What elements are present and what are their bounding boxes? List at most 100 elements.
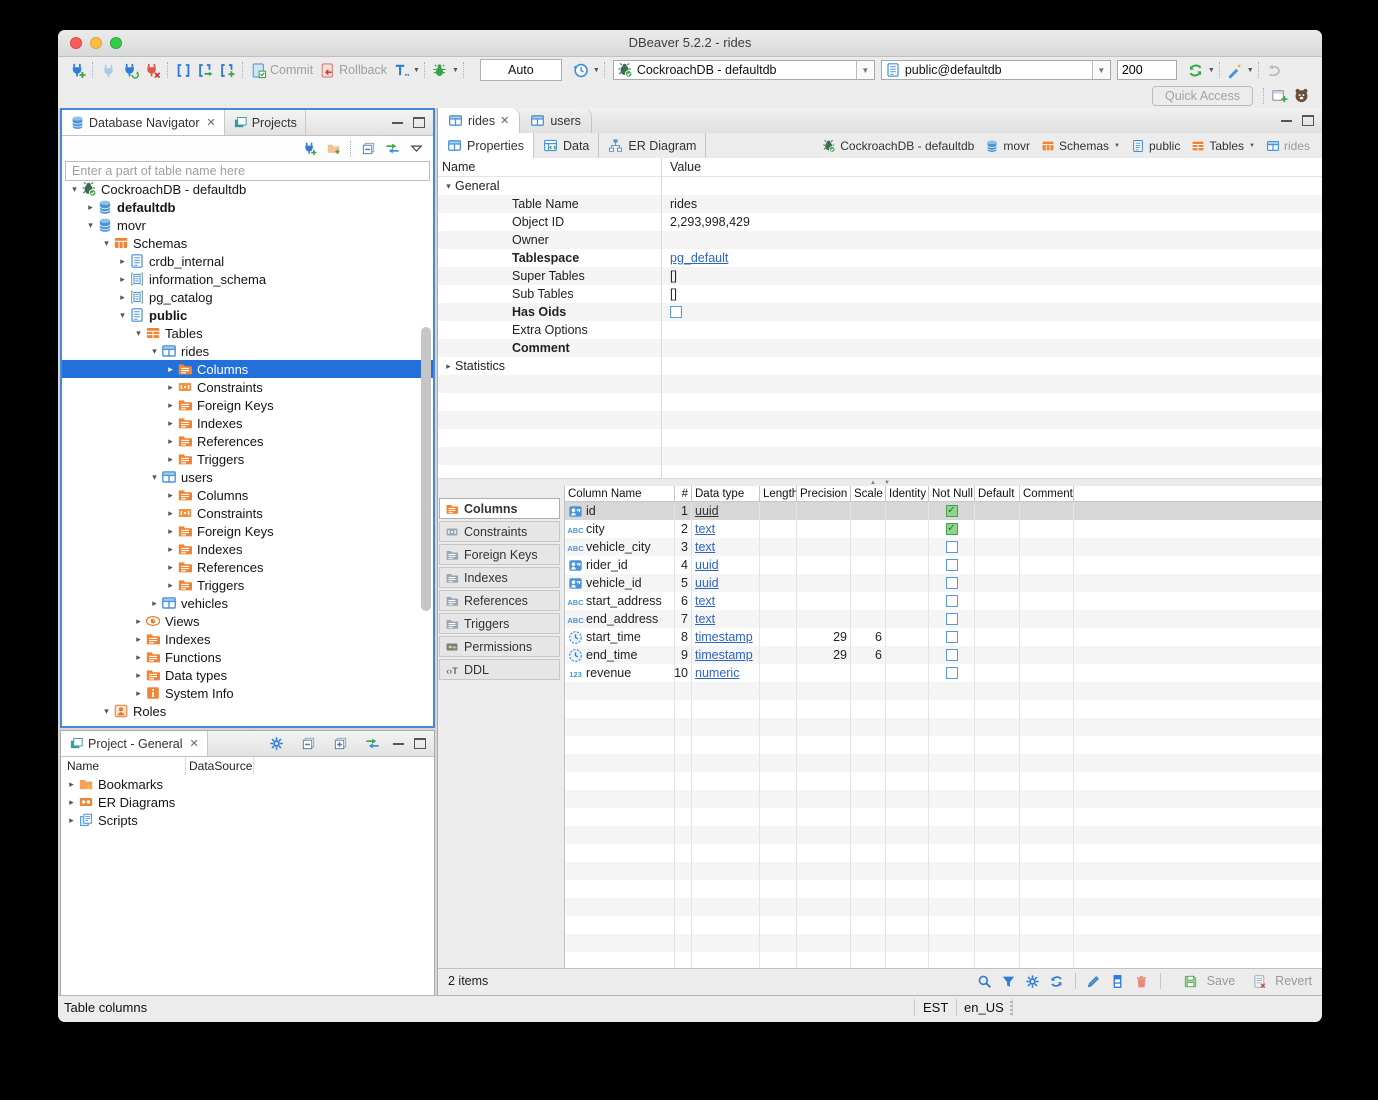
breadcrumb-item-public[interactable]: public (1131, 139, 1180, 153)
prop-row-statistics[interactable]: ▸Statistics (438, 357, 1322, 375)
tree-item-references[interactable]: ▸References (62, 558, 433, 576)
tab-projects[interactable]: Projects (225, 110, 306, 135)
chevron-down-icon[interactable]: ▼ (1092, 61, 1110, 79)
not-null-checkbox[interactable] (946, 541, 958, 553)
filter-icon[interactable] (997, 974, 1021, 989)
quick-access-button[interactable]: Quick Access (1152, 86, 1253, 106)
link-with-editor-icon[interactable] (361, 734, 383, 754)
tree-item-triggers[interactable]: ▸Triggers (62, 576, 433, 594)
column-header-length[interactable]: Length (760, 486, 797, 501)
expand-arrow-icon[interactable]: ▸ (164, 580, 177, 591)
gear-icon[interactable] (265, 734, 287, 754)
expand-arrow-icon[interactable]: ▸ (164, 562, 177, 573)
new-sql-editor-icon[interactable] (216, 60, 238, 80)
prop-row-extra-options[interactable]: Extra Options (438, 321, 1322, 339)
view-menu-icon[interactable] (405, 139, 427, 159)
side-tab-references[interactable]: References (439, 590, 560, 611)
tab-er-diagram[interactable]: ER Diagram (599, 133, 706, 158)
commit-mode-button[interactable]: Auto (480, 59, 562, 81)
grid-row-start-address[interactable]: ABCstart_address6text (565, 592, 1322, 610)
prop-row-table-name[interactable]: Table Namerides (438, 195, 1322, 213)
grid-row-vehicle-city[interactable]: ABCvehicle_city3text (565, 538, 1322, 556)
close-icon[interactable]: ✕ (206, 116, 215, 129)
collapse-arrow-icon[interactable]: ▾ (442, 181, 455, 192)
breadcrumb-item-cockroachdb-defaultdb[interactable]: CockroachDB - defaultdb (822, 139, 974, 153)
schema-combo[interactable]: public@defaultdb ▼ (881, 60, 1111, 80)
search-icon[interactable] (973, 974, 997, 989)
disconnect-icon[interactable] (141, 60, 163, 80)
side-tab-triggers[interactable]: Triggers (439, 613, 560, 634)
collapse-arrow-icon[interactable]: ▾ (100, 238, 113, 249)
timezone-indicator[interactable]: EST (914, 999, 957, 1016)
save-button[interactable]: Save (1179, 974, 1236, 989)
tree-item-defaultdb[interactable]: ▸defaultdb (62, 198, 433, 216)
expand-arrow-icon[interactable]: ▸ (148, 598, 161, 609)
side-tab-permissions[interactable]: Permissions (439, 636, 560, 657)
side-tab-columns[interactable]: Columns (439, 498, 560, 519)
tree-item-views[interactable]: ▸Views (62, 612, 433, 630)
collapse-arrow-icon[interactable]: ▾ (100, 706, 113, 717)
transaction-history-icon[interactable] (570, 60, 592, 80)
chevron-down-icon[interactable]: ▼ (452, 67, 459, 74)
open-sql-editor-icon[interactable] (194, 60, 216, 80)
tree-item-public[interactable]: ▾public (62, 306, 433, 324)
grid-row-vehicle-id[interactable]: vehicle_id5uuid (565, 574, 1322, 592)
open-perspective-icon[interactable] (1268, 86, 1290, 106)
tab-project-general[interactable]: Project - General ✕ (61, 731, 208, 756)
tree-item-indexes[interactable]: ▸Indexes (62, 630, 433, 648)
prop-row-sub-tables[interactable]: Sub Tables[] (438, 285, 1322, 303)
prop-row-tablespace[interactable]: Tablespacepg_default (438, 249, 1322, 267)
expand-arrow-icon[interactable]: ▸ (116, 274, 129, 285)
tree-item-foreign-keys[interactable]: ▸Foreign Keys (62, 396, 433, 414)
data-type-link[interactable]: text (695, 594, 715, 608)
link-with-editor-icon[interactable] (381, 139, 403, 159)
project-item-scripts[interactable]: ▸Scripts (61, 811, 434, 829)
revert-button[interactable]: Revert (1247, 974, 1312, 989)
expand-arrow-icon[interactable]: ▸ (164, 490, 177, 501)
not-null-checkbox[interactable] (946, 595, 958, 607)
minimize-panel-icon[interactable] (1281, 120, 1292, 122)
data-type-link[interactable]: numeric (695, 666, 739, 680)
minimize-panel-icon[interactable] (393, 743, 404, 745)
tree-item-foreign-keys[interactable]: ▸Foreign Keys (62, 522, 433, 540)
refresh-icon[interactable] (1185, 60, 1207, 80)
tree-item-columns[interactable]: ▸Columns (62, 360, 433, 378)
data-type-link[interactable]: text (695, 540, 715, 554)
prop-row-owner[interactable]: Owner (438, 231, 1322, 249)
expand-arrow-icon[interactable]: ▸ (116, 292, 129, 303)
expand-arrow-icon[interactable]: ▸ (164, 382, 177, 393)
chevron-down-icon[interactable]: ▼ (1249, 143, 1255, 149)
chevron-down-icon[interactable]: ▼ (593, 67, 600, 74)
data-type-link[interactable]: uuid (695, 576, 719, 590)
data-type-link[interactable]: text (695, 522, 715, 536)
not-null-checkbox[interactable] (946, 631, 958, 643)
column-header-comment[interactable]: Comment (1020, 486, 1074, 501)
column-header-name[interactable]: Name (61, 757, 186, 775)
expand-arrow-icon[interactable]: ▸ (132, 652, 145, 663)
not-null-checkbox[interactable] (946, 667, 958, 679)
new-connection-icon[interactable] (66, 60, 88, 80)
tab-data[interactable]: Data (534, 133, 599, 158)
locale-indicator[interactable]: en_US (956, 999, 1013, 1016)
data-type-link[interactable]: text (695, 612, 715, 626)
chevron-down-icon[interactable]: ▼ (1114, 143, 1120, 149)
expand-arrow-icon[interactable]: ▸ (164, 400, 177, 411)
expand-arrow-icon[interactable]: ▸ (164, 364, 177, 375)
tree-item-data-types[interactable]: ▸Data types (62, 666, 433, 684)
tree-item-pg-catalog[interactable]: ▸pg_catalog (62, 288, 433, 306)
commit-icon[interactable] (247, 60, 269, 80)
collapse-arrow-icon[interactable]: ▾ (148, 472, 161, 483)
not-null-checkbox[interactable]: ✓ (946, 523, 958, 535)
has-oids-checkbox[interactable] (670, 306, 682, 318)
expand-arrow-icon[interactable]: ▸ (65, 779, 78, 790)
transaction-log-icon[interactable] (390, 60, 412, 80)
grid-row-rider-id[interactable]: rider_id4uuid (565, 556, 1322, 574)
tree-item-references[interactable]: ▸References (62, 432, 433, 450)
grid-row-start-time[interactable]: start_time8timestamp296 (565, 628, 1322, 646)
rollback-icon[interactable] (316, 60, 338, 80)
new-folder-icon[interactable] (322, 139, 344, 159)
connection-combo[interactable]: CockroachDB - defaultdb ▼ (613, 60, 875, 80)
tree-item-triggers[interactable]: ▸Triggers (62, 450, 433, 468)
gear-icon[interactable] (1021, 974, 1045, 989)
not-null-checkbox[interactable] (946, 577, 958, 589)
